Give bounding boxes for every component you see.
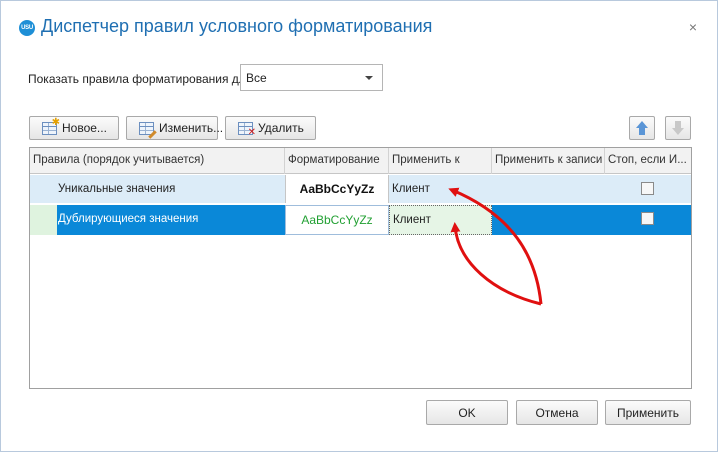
cancel-button[interactable]: Отмена [516, 400, 598, 425]
apply-to-record-cell[interactable] [492, 205, 605, 235]
rule-name: Уникальные значения [58, 183, 176, 195]
apply-button[interactable]: Применить [605, 400, 691, 425]
rule-name: Дублирующиеся значения [58, 213, 199, 225]
show-rules-for-select[interactable]: Все [240, 64, 383, 91]
apply-to-value: Клиент [393, 214, 431, 226]
move-down-icon [672, 121, 684, 135]
new-rule-label: Новое... [62, 121, 107, 135]
column-header-apply-to[interactable]: Применить к [389, 148, 492, 174]
column-header-apply-to-record[interactable]: Применить к записи [492, 148, 605, 174]
stop-if-true-cell [605, 205, 691, 235]
new-rule-button[interactable]: ✱ Новое... [29, 116, 119, 140]
rule-name-cell[interactable]: Уникальные значения [30, 175, 285, 203]
table-row[interactable]: Уникальные значения AaBbCcYyZz Клиент [30, 175, 691, 204]
show-rules-for-value: Все [246, 71, 267, 85]
edit-rule-icon [139, 121, 157, 139]
format-preview: AaBbCcYyZz [285, 175, 389, 203]
conditional-formatting-dialog: USU Диспетчер правил условного форматиро… [0, 0, 718, 452]
chevron-down-icon [365, 76, 373, 80]
column-header-stop-if-true[interactable]: Стоп, если И... [605, 148, 691, 174]
dialog-title: Диспетчер правил условного форматировани… [41, 16, 433, 36]
apply-to-value: Клиент [392, 183, 430, 195]
table-row[interactable]: Дублирующиеся значения AaBbCcYyZz Клиент [30, 205, 691, 235]
move-up-button[interactable] [629, 116, 655, 140]
rules-grid[interactable]: Правила (порядок учитывается) Форматиров… [29, 147, 692, 389]
apply-to-cell[interactable]: Клиент [389, 205, 492, 235]
format-preview-cell[interactable]: AaBbCcYyZz [285, 175, 389, 203]
move-down-button[interactable] [665, 116, 691, 140]
format-preview-cell[interactable]: AaBbCcYyZz [285, 205, 389, 235]
column-header-formatting[interactable]: Форматирование [285, 148, 389, 174]
show-rules-for-label: Показать правила форматирования для: [28, 72, 256, 86]
stop-if-true-cell [605, 175, 691, 203]
close-icon[interactable]: × [685, 19, 701, 35]
usu-logo-icon: USU [19, 20, 35, 36]
new-rule-icon: ✱ [42, 117, 60, 135]
stop-if-true-checkbox[interactable] [641, 212, 654, 225]
edit-rule-button[interactable]: Изменить... [126, 116, 223, 140]
ok-button[interactable]: OK [426, 400, 508, 425]
grid-header: Правила (порядок учитывается) Форматиров… [30, 148, 691, 174]
rule-name-cell[interactable]: Дублирующиеся значения [30, 205, 285, 235]
row-indicator [30, 205, 57, 235]
apply-to-record-cell[interactable] [492, 175, 605, 203]
edit-rule-label: Изменить... [159, 121, 224, 135]
delete-rule-label: Удалить [258, 121, 304, 135]
delete-rule-button[interactable]: ✕ Удалить [225, 116, 316, 140]
move-up-icon [636, 121, 648, 135]
format-preview: AaBbCcYyZz [285, 205, 389, 235]
title-bar: USU Диспетчер правил условного форматиро… [1, 1, 717, 59]
delete-rule-icon: ✕ [238, 121, 256, 137]
apply-to-cell[interactable]: Клиент [389, 175, 492, 203]
stop-if-true-checkbox[interactable] [641, 182, 654, 195]
column-header-rules[interactable]: Правила (порядок учитывается) [30, 148, 285, 174]
